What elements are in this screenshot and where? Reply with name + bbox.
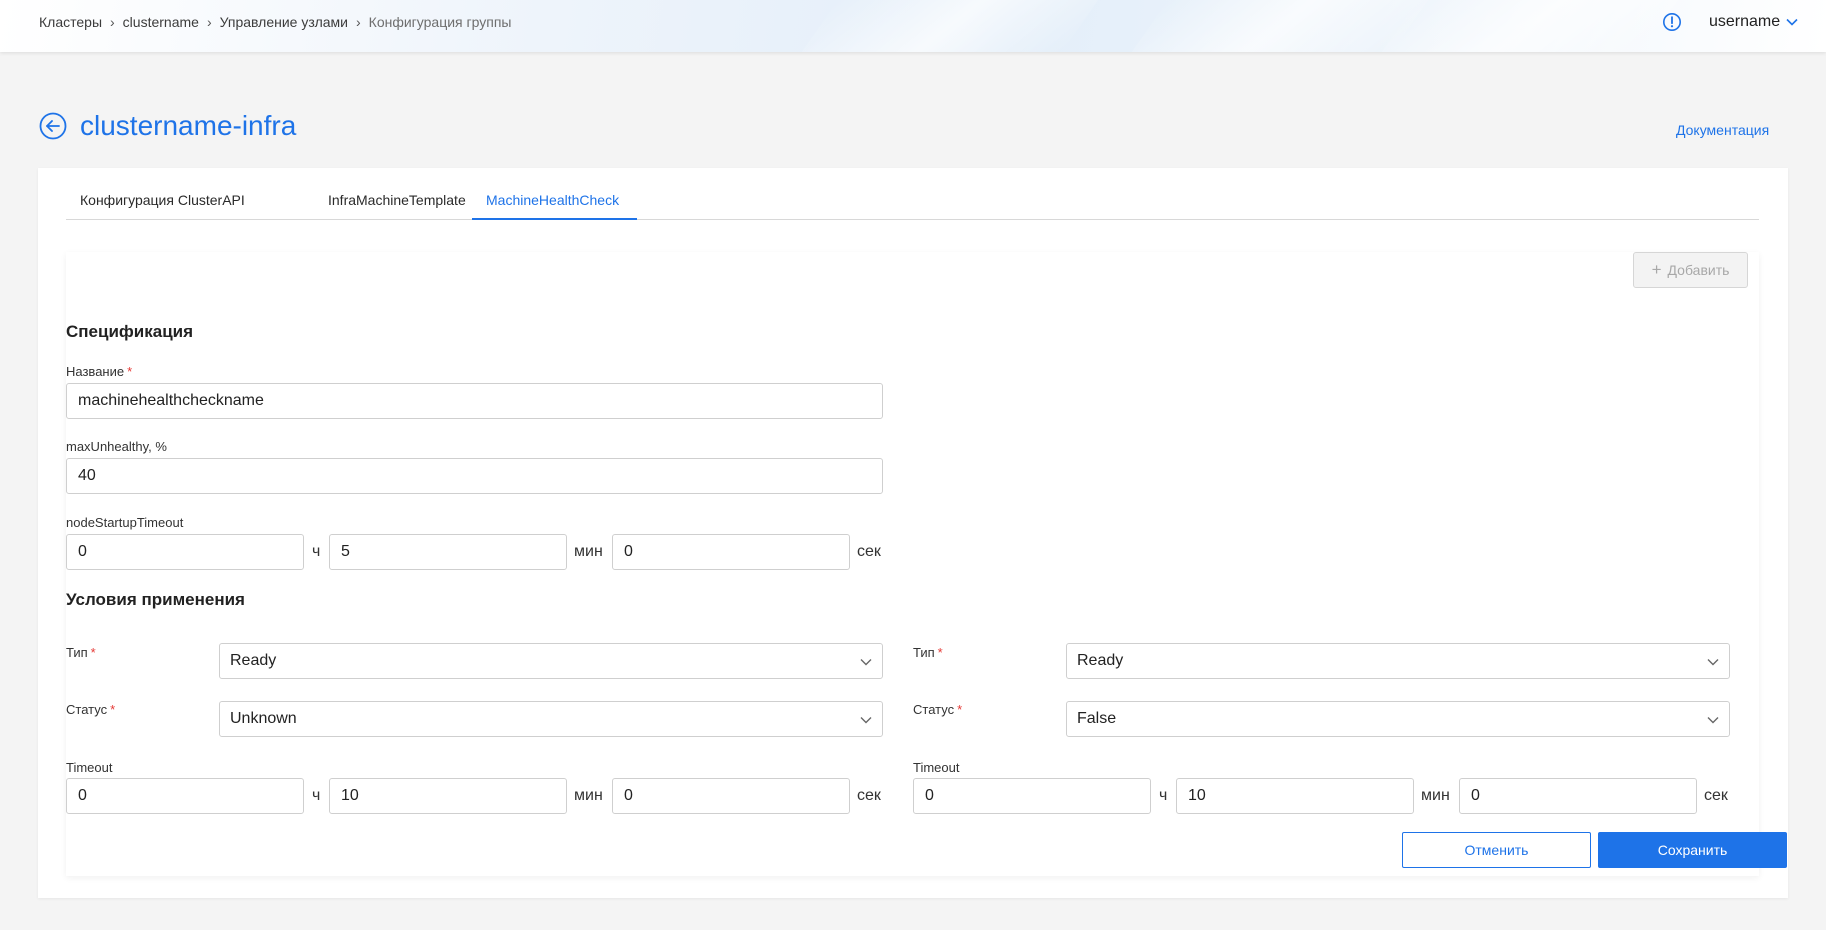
- minutes-unit: мин: [574, 543, 603, 560]
- required-marker: *: [90, 645, 96, 660]
- page-title-row: clustername-infra: [39, 110, 296, 142]
- save-button[interactable]: Сохранить: [1598, 832, 1787, 868]
- condition-1-status-label: Статус *: [66, 702, 115, 717]
- user-menu[interactable]: username: [1709, 13, 1798, 31]
- condition-1-timeout-hours-input[interactable]: 0: [66, 778, 304, 814]
- chevron-down-icon: [860, 659, 872, 666]
- condition-2-status-value: False: [1077, 710, 1117, 727]
- header-decoration: [801, 0, 1099, 52]
- condition-1-timeout-seconds-input[interactable]: 0: [612, 778, 850, 814]
- condition-1-type-value: Ready: [230, 652, 277, 669]
- condition-2-timeout-seconds-input[interactable]: 0: [1459, 778, 1697, 814]
- condition-1-status-select[interactable]: Unknown: [219, 701, 883, 737]
- condition-2-type-label: Тип *: [913, 645, 943, 660]
- condition-2-timeout-minutes-input[interactable]: 10: [1176, 778, 1414, 814]
- condition-2-timeout-label: Timeout: [913, 760, 960, 775]
- condition-1-timeout-minutes-input[interactable]: 10: [329, 778, 567, 814]
- tab-inframachinetemplate[interactable]: InfraMachineTemplate: [314, 190, 480, 220]
- condition-2-status-label-text: Статус: [913, 702, 955, 717]
- chevron-down-icon: [860, 717, 872, 724]
- username: username: [1709, 13, 1781, 30]
- chevron-right-icon: ›: [206, 14, 212, 30]
- top-bar: Кластеры › clustername › Управление узла…: [0, 0, 1826, 52]
- breadcrumb: Кластеры › clustername › Управление узла…: [39, 14, 511, 30]
- seconds-unit: сек: [857, 787, 881, 804]
- chevron-right-icon: ›: [356, 14, 361, 30]
- condition-1-status-label-text: Статус: [66, 702, 108, 717]
- required-marker: *: [110, 702, 116, 717]
- documentation-link[interactable]: Документация: [1676, 122, 1769, 138]
- name-label: Название *: [66, 364, 132, 379]
- tab-bar: Конфигурация ClusterAPI InfraMachineTemp…: [66, 190, 1759, 220]
- tab-clusterapi-config[interactable]: Конфигурация ClusterAPI: [66, 190, 259, 220]
- condition-1-timeout-label: Timeout: [66, 760, 113, 775]
- condition-2-type-select[interactable]: Ready: [1066, 643, 1730, 679]
- spec-section-title: Спецификация: [66, 322, 194, 341]
- arrow-left-circle-icon[interactable]: [39, 112, 67, 140]
- required-marker: *: [957, 702, 963, 717]
- startup-timeout-label: nodeStartupTimeout: [66, 515, 184, 530]
- name-input[interactable]: machinehealthcheckname: [66, 383, 883, 419]
- chevron-down-icon: [1707, 659, 1719, 666]
- page-title: clustername-infra: [80, 110, 297, 141]
- form-panel: + Добавить Спецификация Название * machin…: [66, 252, 1787, 876]
- cancel-button[interactable]: Отменить: [1402, 832, 1591, 868]
- condition-2-status-label: Статус *: [913, 702, 962, 717]
- startup-timeout-minutes-input[interactable]: 5: [329, 534, 567, 570]
- conditions-section-title: Условия применения: [66, 590, 245, 609]
- chevron-down-icon: [1786, 18, 1798, 26]
- main-card: Конфигурация ClusterAPI InfraMachineTemp…: [38, 168, 1788, 898]
- condition-2-timeout-hours-input[interactable]: 0: [913, 778, 1151, 814]
- hours-unit: ч: [312, 787, 321, 804]
- condition-2-type-label-text: Тип: [913, 645, 935, 660]
- required-marker: *: [127, 364, 133, 379]
- condition-1-type-label: Тип *: [66, 645, 96, 660]
- breadcrumb-item-group-config: Конфигурация группы: [368, 14, 512, 30]
- max-unhealthy-input[interactable]: 40: [66, 458, 883, 494]
- startup-timeout-seconds-input[interactable]: 0: [612, 534, 850, 570]
- condition-2-status-select[interactable]: False: [1066, 701, 1730, 737]
- chevron-down-icon: [1707, 717, 1719, 724]
- tab-machinehealthcheck[interactable]: MachineHealthCheck: [472, 190, 637, 220]
- condition-1-status-value: Unknown: [230, 710, 297, 727]
- breadcrumb-item-clusters[interactable]: Кластеры: [39, 14, 102, 30]
- info-icon[interactable]: [1662, 12, 1682, 32]
- add-button-label: Добавить: [1667, 262, 1730, 278]
- condition-1-type-label-text: Тип: [66, 645, 88, 660]
- minutes-unit: мин: [574, 787, 603, 804]
- add-button[interactable]: + Добавить: [1633, 252, 1748, 288]
- startup-timeout-hours-input[interactable]: 0: [66, 534, 304, 570]
- required-marker: *: [937, 645, 943, 660]
- condition-2-type-value: Ready: [1077, 652, 1124, 669]
- condition-1-type-select[interactable]: Ready: [219, 643, 883, 679]
- breadcrumb-item-cluster[interactable]: clustername: [123, 14, 199, 30]
- name-label-text: Название: [66, 364, 125, 379]
- seconds-unit: сек: [857, 543, 881, 560]
- breadcrumb-item-node-management[interactable]: Управление узлами: [220, 14, 348, 30]
- seconds-unit: сек: [1704, 787, 1728, 804]
- hours-unit: ч: [1159, 787, 1168, 804]
- chevron-right-icon: ›: [110, 14, 115, 30]
- header-decoration: [1381, 0, 1679, 52]
- hours-unit: ч: [312, 543, 321, 560]
- plus-icon: +: [1651, 260, 1662, 279]
- minutes-unit: мин: [1421, 787, 1450, 804]
- max-unhealthy-label: maxUnhealthy, %: [66, 439, 167, 454]
- header-decoration: [1131, 0, 1429, 52]
